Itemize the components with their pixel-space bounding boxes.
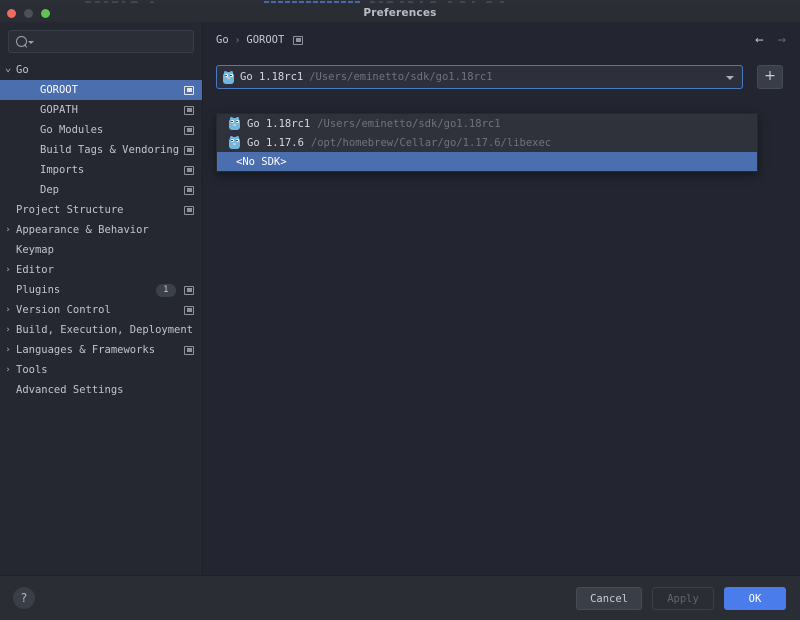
project-settings-icon	[184, 285, 194, 295]
search-input[interactable]	[8, 30, 194, 53]
sdk-option[interactable]: Go 1.18rc1/Users/eminetto/sdk/go1.18rc1	[217, 114, 757, 133]
combobox-selected-value[interactable]: Go 1.18rc1 /Users/eminetto/sdk/go1.18rc1	[217, 66, 720, 88]
plugin-count-badge: 1	[156, 283, 176, 297]
sdk-option[interactable]: Go 1.17.6/opt/homebrew/Cellar/go/1.17.6/…	[217, 133, 757, 152]
sidebar-item-label: Project Structure	[16, 204, 124, 216]
sdk-option-path: /opt/homebrew/Cellar/go/1.17.6/libexec	[310, 136, 552, 149]
sidebar-item-appearance-behavior[interactable]: › Appearance & Behavior	[0, 220, 202, 240]
project-settings-icon	[184, 165, 194, 175]
sidebar-item-label: Version Control	[16, 304, 111, 316]
project-settings-icon	[184, 205, 194, 215]
search-icon	[16, 36, 27, 47]
sidebar-item-label: Editor	[16, 264, 54, 276]
goroot-sdk-combobox[interactable]: Go 1.18rc1 /Users/eminetto/sdk/go1.18rc1	[216, 65, 743, 89]
sidebar-item-label: Go Modules	[40, 124, 104, 136]
cancel-button[interactable]: Cancel	[576, 587, 642, 610]
sdk-option-path: /Users/eminetto/sdk/go1.18rc1	[317, 117, 501, 130]
sidebar-item-editor[interactable]: › Editor	[0, 260, 202, 280]
dialog-body: ⌄ Go GOROOT GOPATH Go Modules Build Tags & Ve…	[0, 22, 800, 575]
back-arrow-icon[interactable]: ←	[755, 32, 763, 48]
sidebar-item-plugins[interactable]: Plugins 1	[0, 280, 202, 300]
sidebar-item-label: Tools	[16, 364, 48, 376]
breadcrumb-leaf: GOROOT	[246, 34, 285, 46]
dialog-footer: ? Cancel Apply OK	[0, 575, 800, 620]
project-settings-icon	[184, 345, 194, 355]
sidebar-item-label: Languages & Frameworks	[16, 344, 156, 356]
project-settings-icon	[184, 145, 194, 155]
sidebar-item-build-tags-vendoring[interactable]: Build Tags & Vendoring	[0, 140, 202, 160]
sidebar-item-keymap[interactable]: Keymap	[0, 240, 202, 260]
sidebar-item-dep[interactable]: Dep	[0, 180, 202, 200]
forward-arrow-icon: →	[777, 32, 786, 48]
sidebar-item-label: Advanced Settings	[16, 384, 124, 396]
sidebar-item-imports[interactable]: Imports	[0, 160, 202, 180]
chevron-down-icon[interactable]	[726, 76, 734, 80]
sidebar-item-label: Build Tags & Vendoring	[40, 144, 180, 156]
sidebar-item-go-modules[interactable]: Go Modules	[0, 120, 202, 140]
project-settings-icon	[184, 305, 194, 315]
breadcrumb-separator: ›	[234, 34, 241, 46]
apply-button: Apply	[652, 587, 714, 610]
sidebar-item-languages-frameworks[interactable]: › Languages & Frameworks	[0, 340, 202, 360]
sidebar-item-label: Keymap	[16, 244, 54, 256]
sdk-option[interactable]: <No SDK>	[217, 152, 757, 171]
chevron-right-icon[interactable]: ›	[2, 324, 14, 336]
sidebar-item-label: GOPATH	[40, 104, 78, 116]
navigation-arrows[interactable]: ← →	[755, 32, 786, 48]
breadcrumb: Go › GOROOT	[216, 34, 304, 46]
sidebar-item-label: Go	[16, 64, 29, 76]
sidebar-item-label: Imports	[40, 164, 85, 176]
settings-tree[interactable]: ⌄ Go GOROOT GOPATH Go Modules Build Tags & Ve…	[0, 60, 202, 400]
chevron-right-icon[interactable]: ›	[2, 304, 14, 316]
sidebar-item-build-execution-deployment[interactable]: › Build, Execution, Deployment	[0, 320, 202, 340]
selected-sdk-name: Go 1.18rc1	[240, 71, 304, 83]
project-settings-icon	[293, 35, 304, 45]
project-settings-icon	[184, 85, 194, 95]
project-settings-icon	[184, 185, 194, 195]
sidebar-item-label: Dep	[40, 184, 59, 196]
sidebar-item-version-control[interactable]: › Version Control	[0, 300, 202, 320]
sidebar-item-label: Plugins	[16, 284, 61, 296]
sidebar-item-tools[interactable]: › Tools	[0, 360, 202, 380]
selected-sdk-path: /Users/eminetto/sdk/go1.18rc1	[309, 71, 493, 83]
sdk-option-name: Go 1.18rc1	[247, 117, 311, 130]
search-field-wrapper[interactable]	[8, 30, 194, 53]
sdk-option-name: Go 1.17.6	[247, 136, 304, 149]
chevron-right-icon[interactable]: ›	[2, 224, 14, 236]
go-gopher-icon	[223, 70, 234, 84]
breadcrumb-root[interactable]: Go	[216, 34, 229, 46]
sidebar-item-project-structure[interactable]: Project Structure	[0, 200, 202, 220]
ok-button[interactable]: OK	[724, 587, 786, 610]
sidebar-item-advanced-settings[interactable]: Advanced Settings	[0, 380, 202, 400]
sdk-option-name: <No SDK>	[236, 155, 287, 168]
preferences-window: Preferences ⌄ Go GOROOT GOPATH Go Modules Bui…	[0, 0, 800, 620]
project-settings-icon	[184, 125, 194, 135]
title-bar: Preferences	[0, 4, 800, 23]
sidebar-item-goroot[interactable]: GOROOT	[0, 80, 202, 100]
go-gopher-icon	[229, 136, 240, 149]
sidebar-item-label: GOROOT	[40, 84, 78, 96]
chevron-down-icon[interactable]: ⌄	[2, 62, 14, 74]
project-settings-icon	[184, 105, 194, 115]
help-button[interactable]: ?	[13, 587, 35, 609]
window-title: Preferences	[363, 7, 437, 19]
sidebar-item-label: Appearance & Behavior	[16, 224, 149, 236]
settings-sidebar: ⌄ Go GOROOT GOPATH Go Modules Build Tags & Ve…	[0, 22, 203, 575]
sdk-dropdown-list[interactable]: Go 1.18rc1/Users/eminetto/sdk/go1.18rc1 G…	[216, 113, 758, 172]
add-sdk-button[interactable]: +	[757, 65, 783, 89]
go-gopher-icon	[229, 117, 240, 130]
chevron-right-icon[interactable]: ›	[2, 344, 14, 356]
sidebar-item-go[interactable]: ⌄ Go	[0, 60, 202, 80]
chevron-right-icon[interactable]: ›	[2, 264, 14, 276]
settings-detail-pane: Go › GOROOT ← → Go 1.18rc1 /Users/eminet…	[203, 22, 800, 575]
sidebar-item-gopath[interactable]: GOPATH	[0, 100, 202, 120]
chevron-right-icon[interactable]: ›	[2, 364, 14, 376]
footer-button-group: Cancel Apply OK	[576, 587, 786, 610]
sidebar-item-label: Build, Execution, Deployment	[16, 324, 194, 336]
chevron-down-icon[interactable]	[28, 41, 34, 44]
